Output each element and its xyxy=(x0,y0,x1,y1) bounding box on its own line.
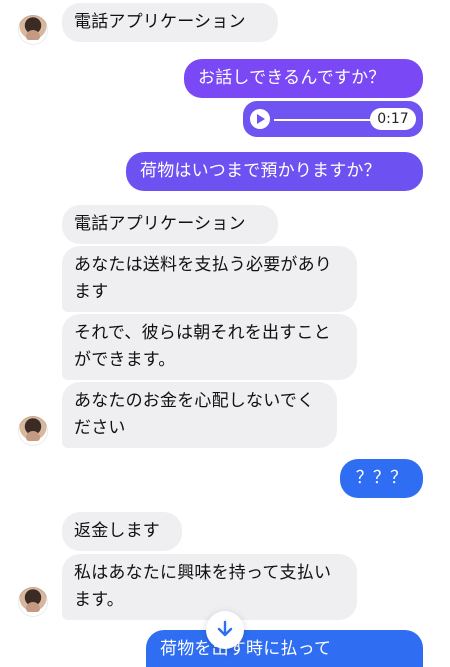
incoming-message[interactable]: 返金します xyxy=(62,512,182,551)
incoming-message[interactable]: 私はあなたに興味を持って支払います。 xyxy=(62,554,357,620)
arrow-down-icon xyxy=(217,620,233,637)
incoming-message[interactable]: それで、彼らは朝それを出すことができます。 xyxy=(62,314,357,380)
incoming-message[interactable]: あなたのお金を心配しないでください xyxy=(62,382,337,448)
voice-message[interactable]: 0:17 xyxy=(243,101,423,137)
play-icon[interactable] xyxy=(250,109,270,129)
incoming-message[interactable]: 電話アプリケーション xyxy=(62,205,278,244)
contact-avatar[interactable] xyxy=(18,587,48,617)
contact-avatar[interactable] xyxy=(18,15,48,45)
outgoing-message[interactable]: お話しできるんですか？ xyxy=(184,59,423,98)
audio-progress-track[interactable] xyxy=(274,119,372,121)
outgoing-message[interactable]: 荷物はいつまで預かりますか？ xyxy=(126,152,423,191)
contact-avatar[interactable] xyxy=(18,416,48,446)
incoming-message[interactable]: あなたは送料を支払う必要があります xyxy=(62,246,357,312)
audio-duration: 0:17 xyxy=(370,108,416,130)
scroll-down-button[interactable] xyxy=(206,611,244,649)
outgoing-message[interactable]: ？？？ xyxy=(340,459,423,498)
chat-thread: 電話アプリケーション お話しできるんですか？ 0:17 荷物はいつまで預かります… xyxy=(0,0,450,667)
outgoing-message[interactable]: 荷物を出す時に払って xyxy=(146,630,423,667)
incoming-message[interactable]: 電話アプリケーション xyxy=(62,3,278,42)
